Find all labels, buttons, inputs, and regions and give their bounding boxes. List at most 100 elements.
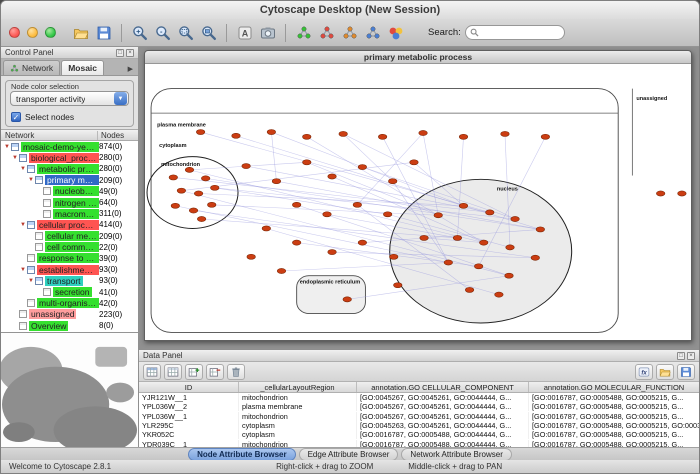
graph-node[interactable] <box>292 202 300 207</box>
graph-node[interactable] <box>358 240 366 245</box>
delete-attribute-icon[interactable] <box>206 364 224 380</box>
tree-item-metabolic-process[interactable]: ▼metabolic process280(0) <box>1 163 138 174</box>
new-attribute-icon[interactable] <box>185 364 203 380</box>
tree-item-cellular-metabo[interactable]: cellular metabo...209(0) <box>1 231 138 242</box>
column-header-cellularlayoutregion[interactable]: _cellularLayoutRegion <box>239 382 357 392</box>
close-window-button[interactable] <box>9 27 20 38</box>
tab-network-attribute-browser[interactable]: Network Attribute Browser <box>401 448 511 461</box>
tree-item-transport[interactable]: ▼transport93(0) <box>1 275 138 286</box>
close-panel-button[interactable]: × <box>126 49 134 57</box>
network-view-titlebar[interactable]: primary metabolic process <box>145 51 691 64</box>
graph-node[interactable] <box>277 268 285 273</box>
tab-scroll-right-button[interactable]: ▶ <box>125 65 136 75</box>
graph-node[interactable] <box>388 179 396 184</box>
expand-arrow-icon[interactable]: ▼ <box>19 166 27 172</box>
graph-node[interactable] <box>272 179 280 184</box>
open-session-icon[interactable] <box>70 22 91 43</box>
graph-node[interactable] <box>262 226 270 231</box>
graph-node[interactable] <box>353 202 361 207</box>
tab-edge-attribute-browser[interactable]: Edge Attribute Browser <box>299 448 399 461</box>
select-nodes-checkbox[interactable]: ✓ <box>11 112 21 122</box>
graph-node[interactable] <box>328 174 336 179</box>
graph-node[interactable] <box>343 297 351 302</box>
graph-node[interactable] <box>323 212 331 217</box>
graph-node[interactable] <box>171 203 179 208</box>
tree-item-secretion[interactable]: secretion41(0) <box>1 286 138 297</box>
graph-node[interactable] <box>506 245 514 250</box>
graph-node[interactable] <box>459 203 467 208</box>
graph-node[interactable] <box>383 212 391 217</box>
graph-node[interactable] <box>247 254 255 259</box>
graph-node[interactable] <box>303 134 311 139</box>
table-row[interactable]: YKR052Ccytoplasm[GO:0016787, GO:0005488,… <box>139 430 699 439</box>
graph-node[interactable] <box>267 130 275 135</box>
graph-node[interactable] <box>420 235 428 240</box>
network-view-icon-4[interactable] <box>362 22 383 43</box>
graph-node[interactable] <box>656 191 664 196</box>
annotation-icon[interactable]: A <box>234 22 255 43</box>
select-attributes-icon[interactable] <box>143 364 161 380</box>
graph-node[interactable] <box>479 240 487 245</box>
network-view-icon-3[interactable] <box>339 22 360 43</box>
minimize-window-button[interactable] <box>27 27 38 38</box>
export-table-icon[interactable] <box>677 364 695 380</box>
graph-node[interactable] <box>678 191 686 196</box>
graph-node[interactable] <box>531 255 539 260</box>
trash-icon[interactable] <box>227 364 245 380</box>
graph-node[interactable] <box>459 134 467 139</box>
expand-arrow-icon[interactable]: ▼ <box>3 144 11 150</box>
graph-node[interactable] <box>232 133 240 138</box>
tree-item-cell-communicat[interactable]: cell communicat...22(0) <box>1 242 138 253</box>
search-field[interactable] <box>465 25 565 40</box>
graph-node[interactable] <box>185 167 193 172</box>
tree-item-multi-organism-pr[interactable]: multi-organism pr...42(0) <box>1 298 138 309</box>
snapshot-icon[interactable] <box>257 22 278 43</box>
expand-arrow-icon[interactable]: ▼ <box>19 222 27 228</box>
table-row[interactable]: YLR295Ccytoplasm[GO:0045263, GO:0045261,… <box>139 421 699 430</box>
save-session-icon[interactable] <box>93 22 114 43</box>
tree-item-overview[interactable]: Overview8(0) <box>1 320 138 331</box>
tree-item-establishment-of[interactable]: ▼establishment of...93(0) <box>1 264 138 275</box>
graph-node[interactable] <box>394 283 402 288</box>
zoom-fit-icon[interactable] <box>198 22 219 43</box>
tree-item-biological-process[interactable]: ▼biological_process280(0) <box>1 152 138 163</box>
graph-node[interactable] <box>378 134 386 139</box>
maximize-window-button[interactable] <box>45 27 56 38</box>
graph-node[interactable] <box>389 254 397 259</box>
tree-column-nodes[interactable]: Nodes <box>98 131 138 140</box>
graph-node[interactable] <box>339 131 347 136</box>
birdseye-view[interactable] <box>1 332 138 447</box>
graph-node[interactable] <box>201 176 209 181</box>
tab-node-attribute-browser[interactable]: Node Attribute Browser <box>188 448 296 461</box>
expand-arrow-icon[interactable]: ▼ <box>27 177 35 183</box>
column-header-annotation-go-molecular-function[interactable]: annotation.GO MOLECULAR_FUNCTION <box>529 382 699 392</box>
graph-node[interactable] <box>444 260 452 265</box>
graph-node[interactable] <box>501 131 509 136</box>
zoom-in-icon[interactable]: + <box>129 22 150 43</box>
unselect-attributes-icon[interactable] <box>164 364 182 380</box>
float-data-panel-button[interactable]: □ <box>677 352 685 360</box>
graph-node[interactable] <box>419 130 427 135</box>
tree-item-cellular-process[interactable]: ▼cellular process414(0) <box>1 219 138 230</box>
graph-node[interactable] <box>189 208 197 213</box>
column-header-annotation-go-cellular-component[interactable]: annotation.GO CELLULAR_COMPONENT <box>357 382 529 392</box>
graph-node[interactable] <box>303 160 311 165</box>
graph-node[interactable] <box>292 240 300 245</box>
expand-arrow-icon[interactable]: ▼ <box>27 278 35 284</box>
graph-node[interactable] <box>541 134 549 139</box>
graph-node[interactable] <box>207 202 215 207</box>
search-input[interactable] <box>481 28 560 38</box>
graph-node[interactable] <box>328 250 336 255</box>
graph-node[interactable] <box>511 216 519 221</box>
graph-node[interactable] <box>474 264 482 269</box>
expand-arrow-icon[interactable]: ▼ <box>11 155 19 161</box>
graph-node[interactable] <box>495 292 503 297</box>
vizmapper-icon[interactable] <box>385 22 406 43</box>
expand-arrow-icon[interactable]: ▼ <box>19 267 27 273</box>
network-canvas[interactable]: plasma membranecytoplasmmitochondrionnuc… <box>145 64 691 340</box>
table-row[interactable]: YJR121W__1mitochondrion[GO:0045267, GO:0… <box>139 393 699 402</box>
graph-node[interactable] <box>434 213 442 218</box>
tree-column-network[interactable]: Network <box>1 131 98 140</box>
graph-node[interactable] <box>177 188 185 193</box>
close-data-panel-button[interactable]: × <box>687 352 695 360</box>
